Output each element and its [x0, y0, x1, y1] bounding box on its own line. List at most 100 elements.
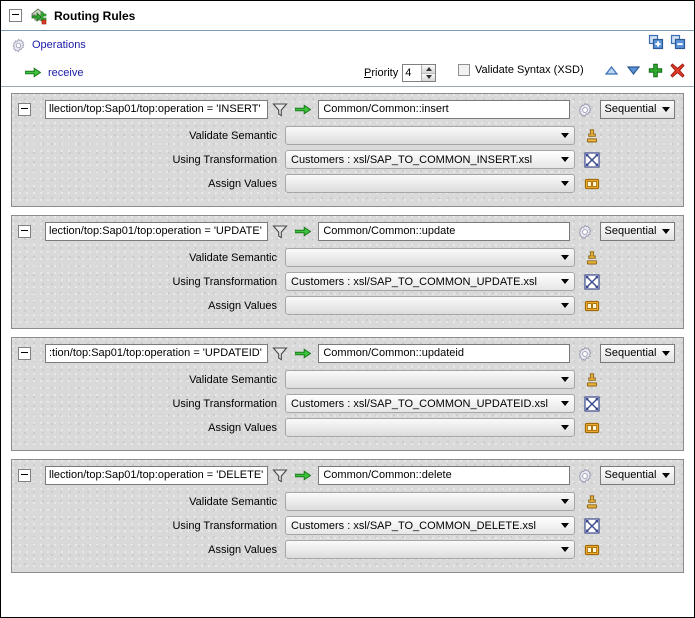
green-arrow-icon — [295, 226, 311, 237]
stamp-icon[interactable] — [584, 250, 600, 266]
assign-values-icon[interactable] — [584, 298, 600, 314]
using-transformation-select[interactable]: Customers : xsl/SAP_TO_COMMON_DELETE.xsl — [285, 516, 575, 535]
priority-label: Priority — [364, 67, 398, 79]
green-arrow-icon — [25, 67, 41, 78]
using-transformation-value: Customers : xsl/SAP_TO_COMMON_UPDATE.xsl — [291, 276, 537, 288]
validate-semantic-select[interactable] — [285, 126, 575, 145]
assign-values-icon[interactable] — [584, 176, 600, 192]
gear-icon[interactable] — [577, 468, 593, 484]
add-icon[interactable] — [648, 63, 663, 78]
using-transformation-select[interactable]: Customers : xsl/SAP_TO_COMMON_INSERT.xsl — [285, 150, 575, 169]
priority-input[interactable] — [403, 65, 421, 81]
delete-icon[interactable] — [670, 63, 685, 78]
rule-condition-field[interactable]: :tion/top:Sap01/top:operation = 'UPDATEI… — [45, 344, 268, 363]
green-arrow-icon — [295, 348, 311, 359]
using-transformation-select[interactable]: Customers : xsl/SAP_TO_COMMON_UPDATEID.x… — [285, 394, 575, 413]
using-transformation-value: Customers : xsl/SAP_TO_COMMON_UPDATEID.x… — [291, 398, 548, 410]
filter-funnel-icon[interactable] — [272, 346, 288, 362]
rules-list: llection/top:Sap01/top:operation = 'INSE… — [1, 87, 694, 573]
validate-semantic-row: Validate Semantic — [18, 492, 675, 511]
collapse-all-icon[interactable] — [670, 34, 686, 50]
mapper-icon[interactable] — [584, 396, 600, 412]
assign-values-label: Assign Values — [18, 422, 285, 434]
gear-icon[interactable] — [577, 102, 593, 118]
gear-icon[interactable] — [577, 346, 593, 362]
assign-values-label: Assign Values — [18, 300, 285, 312]
using-transformation-value: Customers : xsl/SAP_TO_COMMON_DELETE.xsl — [291, 520, 536, 532]
using-transformation-row: Using Transformation Customers : xsl/SAP… — [18, 150, 675, 169]
mapper-icon[interactable] — [584, 274, 600, 290]
priority-stepper[interactable] — [402, 64, 436, 82]
validate-semantic-select[interactable] — [285, 248, 575, 267]
operation-receive-row: receive Priority Validate Syntax (XSD) — [1, 59, 694, 87]
operation-name[interactable]: receive — [48, 67, 83, 79]
filter-funnel-icon[interactable] — [272, 468, 288, 484]
operations-toolbar — [648, 34, 686, 50]
mapper-icon[interactable] — [584, 518, 600, 534]
assign-values-icon[interactable] — [584, 542, 600, 558]
using-transformation-label: Using Transformation — [18, 398, 285, 410]
stamp-icon[interactable] — [584, 372, 600, 388]
assign-values-label: Assign Values — [18, 544, 285, 556]
validate-semantic-row: Validate Semantic — [18, 370, 675, 389]
chevron-down-icon — [561, 181, 569, 186]
filter-funnel-icon[interactable] — [272, 224, 288, 240]
stamp-icon[interactable] — [584, 128, 600, 144]
operations-label: Operations — [32, 39, 86, 51]
rule-mode-value: Sequential — [605, 223, 657, 240]
rule-mode-select[interactable]: Sequential — [600, 466, 676, 485]
move-up-icon[interactable] — [604, 64, 619, 77]
priority-decrement-button[interactable] — [422, 74, 435, 82]
validate-semantic-select[interactable] — [285, 370, 575, 389]
filter-funnel-icon[interactable] — [272, 102, 288, 118]
rule-target-field[interactable]: Common/Common::update — [318, 222, 569, 241]
mapper-icon[interactable] — [584, 152, 600, 168]
using-transformation-row: Using Transformation Customers : xsl/SAP… — [18, 394, 675, 413]
validate-semantic-label: Validate Semantic — [18, 496, 285, 508]
validate-semantic-select[interactable] — [285, 492, 575, 511]
green-arrow-icon — [295, 104, 311, 115]
rule-target-field[interactable]: Common/Common::updateid — [318, 344, 569, 363]
rule-target-field[interactable]: Common/Common::delete — [318, 466, 569, 485]
rule-mode-select[interactable]: Sequential — [600, 222, 676, 241]
gear-icon[interactable] — [577, 224, 593, 240]
assign-values-select[interactable] — [285, 418, 575, 437]
assign-values-row: Assign Values — [18, 418, 675, 437]
chevron-down-icon — [662, 229, 670, 234]
assign-values-row: Assign Values — [18, 296, 675, 315]
assign-values-select[interactable] — [285, 174, 575, 193]
rule-condition-field[interactable]: llection/top:Sap01/top:operation = 'INSE… — [45, 100, 268, 119]
rule-expander[interactable] — [18, 469, 31, 482]
rule-mode-select[interactable]: Sequential — [600, 100, 676, 119]
assign-values-icon[interactable] — [584, 420, 600, 436]
chevron-down-icon — [662, 351, 670, 356]
expand-all-icon[interactable] — [648, 34, 664, 50]
rule-condition-field[interactable]: lection/top:Sap01/top:operation = 'UPDAT… — [45, 222, 268, 241]
validate-syntax-group: Validate Syntax (XSD) — [458, 64, 584, 76]
priority-increment-button[interactable] — [422, 65, 435, 74]
rule-target-field[interactable]: Common/Common::insert — [318, 100, 569, 119]
rule-condition-field[interactable]: llection/top:Sap01/top:operation = 'DELE… — [45, 466, 268, 485]
using-transformation-select[interactable]: Customers : xsl/SAP_TO_COMMON_UPDATE.xsl — [285, 272, 575, 291]
chevron-down-icon — [561, 499, 569, 504]
routing-rules-icon — [30, 7, 48, 25]
validate-syntax-checkbox[interactable] — [458, 64, 470, 76]
rule-header-row: :tion/top:Sap01/top:operation = 'UPDATEI… — [18, 344, 675, 363]
chevron-down-icon — [561, 523, 569, 528]
rule-expander[interactable] — [18, 103, 31, 116]
move-down-icon[interactable] — [626, 64, 641, 77]
rule-expander[interactable] — [18, 347, 31, 360]
validate-semantic-row: Validate Semantic — [18, 126, 675, 145]
rule-header-row: llection/top:Sap01/top:operation = 'INSE… — [18, 100, 675, 119]
assign-values-select[interactable] — [285, 540, 575, 559]
validate-semantic-label: Validate Semantic — [18, 130, 285, 142]
rule-mode-select[interactable]: Sequential — [600, 344, 676, 363]
assign-values-select[interactable] — [285, 296, 575, 315]
routing-rule-panel: lection/top:Sap01/top:operation = 'UPDAT… — [11, 215, 684, 329]
validate-syntax-label: Validate Syntax (XSD) — [475, 64, 584, 76]
chevron-down-icon — [561, 401, 569, 406]
stamp-icon[interactable] — [584, 494, 600, 510]
rule-expander[interactable] — [18, 225, 31, 238]
routing-rules-expander[interactable] — [9, 9, 22, 22]
using-transformation-label: Using Transformation — [18, 276, 285, 288]
